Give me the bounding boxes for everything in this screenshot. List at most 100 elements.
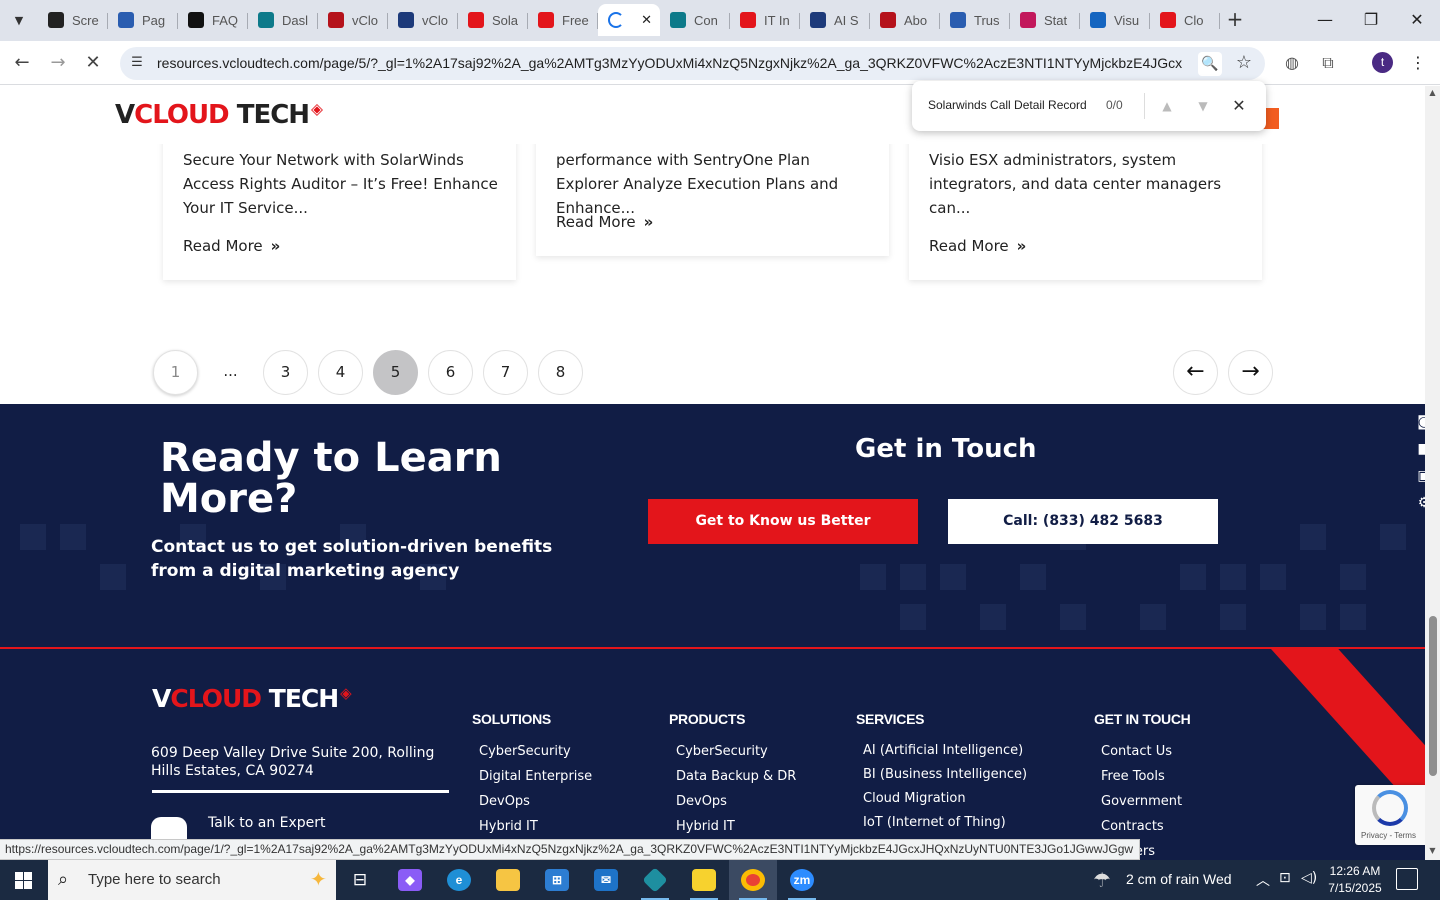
footer-link[interactable]: Free Tools (1101, 768, 1182, 793)
browser-tab[interactable]: Scre (38, 4, 108, 36)
tray-chevron-icon[interactable]: ︿ (1256, 870, 1270, 890)
tab-close-icon[interactable]: ✕ (641, 12, 652, 28)
sticky-notes-icon[interactable] (680, 860, 728, 900)
footer-link[interactable]: Government (1101, 793, 1182, 818)
weather-rain-icon[interactable]: ☂ (1093, 868, 1111, 892)
weather-text[interactable]: 2 cm of rain Wed (1126, 871, 1232, 887)
mail-icon[interactable]: ✉ (582, 860, 630, 900)
taskbar-search-placeholder: Type here to search (88, 871, 221, 888)
browser-tab[interactable]: ✕ (598, 4, 660, 36)
back-button[interactable]: ← (8, 49, 36, 77)
system-clock[interactable]: 12:26 AM 7/15/2025 (1322, 863, 1388, 897)
notification-center-icon[interactable] (1396, 868, 1418, 890)
restore-button[interactable]: ❐ (1356, 6, 1386, 34)
edge-icon[interactable]: e (435, 860, 483, 900)
find-query-input[interactable]: Solarwinds Call Detail Record (928, 98, 1087, 112)
read-more-link[interactable]: Read More » (556, 213, 653, 231)
footer-link[interactable]: Cloud Migration (863, 790, 1027, 814)
browser-tab[interactable]: Clo (1150, 4, 1220, 36)
site-info-icon[interactable]: ☰ (124, 50, 150, 76)
find-previous-icon[interactable]: ▲ (1156, 95, 1178, 117)
footer-link[interactable]: CyberSecurity (479, 743, 592, 768)
browser-tab[interactable]: Free (528, 4, 598, 36)
prev-page-arrow-icon[interactable]: ← (1173, 350, 1218, 395)
talk-to-expert-label[interactable]: Talk to an Expert (208, 815, 326, 831)
footer-link[interactable]: Data Backup & DR (676, 768, 796, 793)
read-more-label: Read More (556, 213, 636, 231)
task-view-icon[interactable]: ⊟ (336, 860, 384, 900)
chrome-icon[interactable] (729, 860, 777, 900)
footer-link[interactable]: BI (Business Intelligence) (863, 766, 1027, 790)
footer-link[interactable]: Contact Us (1101, 743, 1182, 768)
get-to-know-button[interactable]: Get to Know us Better (648, 499, 918, 544)
pattern-square (1020, 564, 1046, 590)
tab-strip: ▼ Scre Pag FAQ Dasl vClo vClo Sola Free ✕ Con IT I… (0, 0, 1440, 41)
minimize-button[interactable]: — (1310, 6, 1340, 34)
footer-link[interactable]: CyberSecurity (676, 743, 796, 768)
scroll-down-arrow-icon[interactable]: ▼ (1427, 846, 1438, 855)
footer-logo[interactable]: VCLOUD TECH ◈ (152, 684, 352, 713)
address-bar[interactable]: ☰ resources.vcloudtech.com/page/5/?_gl=1… (120, 47, 1265, 80)
close-window-button[interactable]: ✕ (1402, 6, 1432, 34)
tab-search-chevron-icon[interactable]: ▼ (6, 8, 32, 32)
browser-tab[interactable]: Dasl (248, 4, 318, 36)
url-text[interactable]: resources.vcloudtech.com/page/5/?_gl=1%2… (157, 55, 1182, 71)
footer-link[interactable]: IoT (Internet of Thing) (863, 814, 1027, 838)
recaptcha-badge[interactable]: Privacy - Terms (1355, 785, 1425, 845)
dev-app-icon[interactable] (631, 860, 679, 900)
menu-kebab-icon[interactable]: ⋮ (1406, 51, 1430, 75)
footer-link[interactable]: AI (Artificial Intelligence) (863, 742, 1027, 766)
find-in-page-icon[interactable]: 🔍 (1198, 52, 1222, 76)
volume-icon[interactable]: ◁) (1301, 870, 1317, 886)
taskbar-search-box[interactable]: ⌕ Type here to search ✦ (48, 860, 336, 900)
page-link-8[interactable]: 8 (538, 350, 583, 395)
recaptcha-terms[interactable]: Privacy - Terms (1361, 831, 1416, 840)
footer-link[interactable]: DevOps (479, 793, 592, 818)
browser-tab[interactable]: Sola (458, 4, 528, 36)
page-scrollbar[interactable]: ▲ ▼ (1425, 86, 1440, 860)
browser-tab[interactable]: Pag (108, 4, 178, 36)
page-link-6[interactable]: 6 (428, 350, 473, 395)
network-icon[interactable]: ⊡ (1279, 870, 1291, 886)
profile-avatar[interactable]: t (1372, 52, 1393, 73)
page-link-7[interactable]: 7 (483, 350, 528, 395)
browser-tab[interactable]: FAQ (178, 4, 248, 36)
start-button[interactable] (0, 860, 48, 900)
new-tab-button[interactable]: + (1224, 8, 1246, 32)
browser-tab[interactable]: IT In (730, 4, 800, 36)
browser-tab[interactable]: Trus (940, 4, 1010, 36)
find-match-count: 0/0 (1106, 98, 1123, 112)
page-link-3[interactable]: 3 (263, 350, 308, 395)
footer-link[interactable]: DevOps (676, 793, 796, 818)
zoom-icon[interactable]: zm (778, 860, 826, 900)
browser-tab[interactable]: vClo (318, 4, 388, 36)
read-more-link[interactable]: Read More » (183, 237, 280, 255)
find-next-icon[interactable]: ▼ (1192, 95, 1214, 117)
footer-link[interactable]: Digital Enterprise (479, 768, 592, 793)
explorer-chip (496, 869, 520, 891)
copilot-icon[interactable]: ◆ (386, 860, 434, 900)
browser-tab[interactable]: AI S (800, 4, 870, 36)
file-explorer-icon[interactable] (484, 860, 532, 900)
browser-tab[interactable]: Abo (870, 4, 940, 36)
scroll-up-arrow-icon[interactable]: ▲ (1427, 88, 1438, 97)
extensions-icon[interactable]: ⧉ (1316, 51, 1340, 75)
call-button[interactable]: Call: (833) 482 5683 (948, 499, 1218, 544)
translate-icon[interactable]: ◍ (1280, 51, 1304, 75)
browser-tab[interactable]: Stat (1010, 4, 1080, 36)
next-page-arrow-icon[interactable]: → (1228, 350, 1273, 395)
browser-tab[interactable]: Visu (1080, 4, 1150, 36)
vcloud-tech-logo[interactable]: VCLOUD TECH ◈ (115, 100, 323, 130)
bookmark-star-icon[interactable]: ☆ (1232, 51, 1256, 75)
stop-loading-button[interactable]: ✕ (79, 49, 107, 77)
page-link-1[interactable]: 1 (153, 350, 198, 395)
page-link-4[interactable]: 4 (318, 350, 363, 395)
browser-tab[interactable]: Con (660, 4, 730, 36)
forward-button[interactable]: → (44, 49, 72, 77)
scroll-thumb[interactable] (1429, 616, 1437, 776)
browser-tab[interactable]: vClo (388, 4, 458, 36)
find-close-icon[interactable]: ✕ (1228, 95, 1250, 117)
page-link-current[interactable]: 5 (373, 350, 418, 395)
store-icon[interactable]: ⊞ (533, 860, 581, 900)
read-more-link[interactable]: Read More » (929, 237, 1026, 255)
